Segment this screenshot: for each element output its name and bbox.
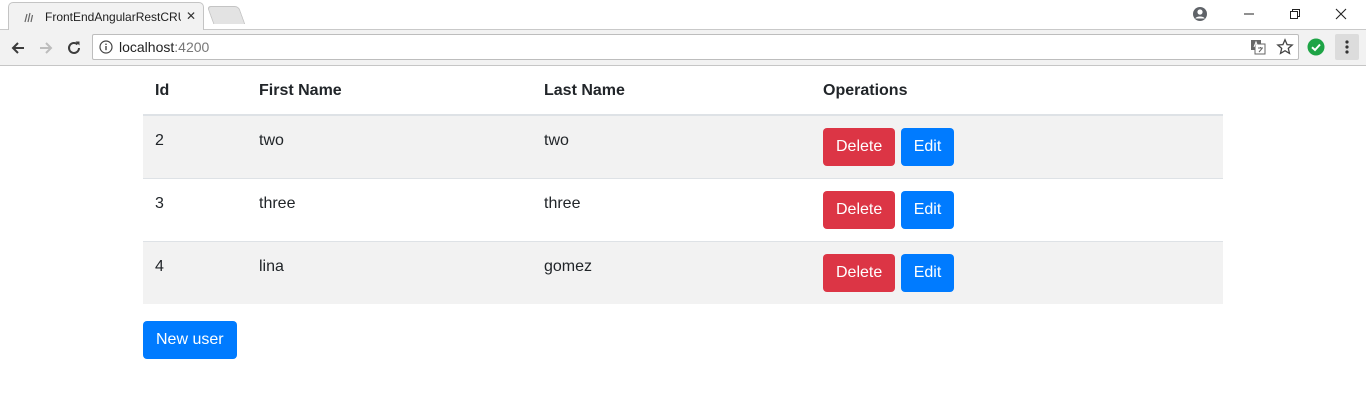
edit-button[interactable]: Edit [900,128,955,166]
browser-tab[interactable]: FrontEndAngularRestCRUD ✕ [8,2,204,30]
table-header-row: Id First Name Last Name Operations [143,67,1223,116]
header-last-name: Last Name [532,67,811,116]
restore-button[interactable] [1272,0,1318,28]
header-operations: Operations [811,67,1223,116]
cell-operations: Delete Edit [811,177,1223,241]
header-id: Id [143,67,247,116]
users-table: Id First Name Last Name Operations 2 two… [143,67,1223,304]
cell-first-name: lina [247,240,532,304]
table-row: 2 two two Delete Edit [143,114,1223,178]
angular-favicon-icon [24,12,34,23]
table-row: 4 lina gomez Delete Edit [143,240,1223,304]
info-icon[interactable] [99,40,113,54]
reload-icon [68,41,80,54]
cell-last-name: three [532,177,811,241]
kebab-menu-icon [1345,40,1349,54]
url-host: localhost [119,39,175,55]
minimize-button[interactable] [1226,0,1272,28]
new-tab-button[interactable] [206,6,246,24]
browser-titlebar: FrontEndAngularRestCRUD ✕ [0,0,1366,30]
url-text: localhost:4200 [119,39,209,55]
address-bar[interactable]: localhost:4200 [92,34,1299,60]
browser-menu-button[interactable] [1335,34,1359,60]
bookmark-star-icon[interactable] [1276,38,1294,56]
cell-operations: Delete Edit [811,114,1223,178]
forward-button[interactable] [34,36,58,60]
new-user-button[interactable]: New user [143,321,237,359]
cell-first-name: three [247,177,532,241]
browser-toolbar: localhost:4200 [0,30,1366,66]
close-window-button[interactable] [1318,0,1364,28]
delete-button[interactable]: Delete [823,190,896,229]
reload-button[interactable] [62,36,86,60]
close-icon [1335,8,1347,20]
tab-title: FrontEndAngularRestCRUD [45,10,181,24]
back-arrow-icon [11,42,24,54]
profile-icon[interactable] [1191,5,1209,23]
tab-close-icon[interactable]: ✕ [184,9,198,23]
extension-check-icon[interactable] [1307,38,1325,56]
restore-icon [1290,9,1300,19]
header-first-name: First Name [247,67,532,116]
cell-first-name: two [247,114,532,178]
translate-icon[interactable] [1250,39,1266,55]
delete-button[interactable]: Delete [823,253,896,292]
cell-id: 2 [143,114,247,178]
edit-button[interactable]: Edit [900,253,955,292]
cell-id: 4 [143,240,247,304]
cell-id: 3 [143,177,247,241]
cell-last-name: gomez [532,240,811,304]
cell-operations: Delete Edit [811,240,1223,304]
edit-button[interactable]: Edit [900,190,955,229]
minimize-icon [1244,13,1254,15]
table-row: 3 three three Delete Edit [143,177,1223,241]
url-port: :4200 [174,39,210,55]
forward-arrow-icon [40,42,53,54]
cell-last-name: two [532,114,811,178]
back-button[interactable] [6,36,30,60]
delete-button[interactable]: Delete [823,128,896,166]
